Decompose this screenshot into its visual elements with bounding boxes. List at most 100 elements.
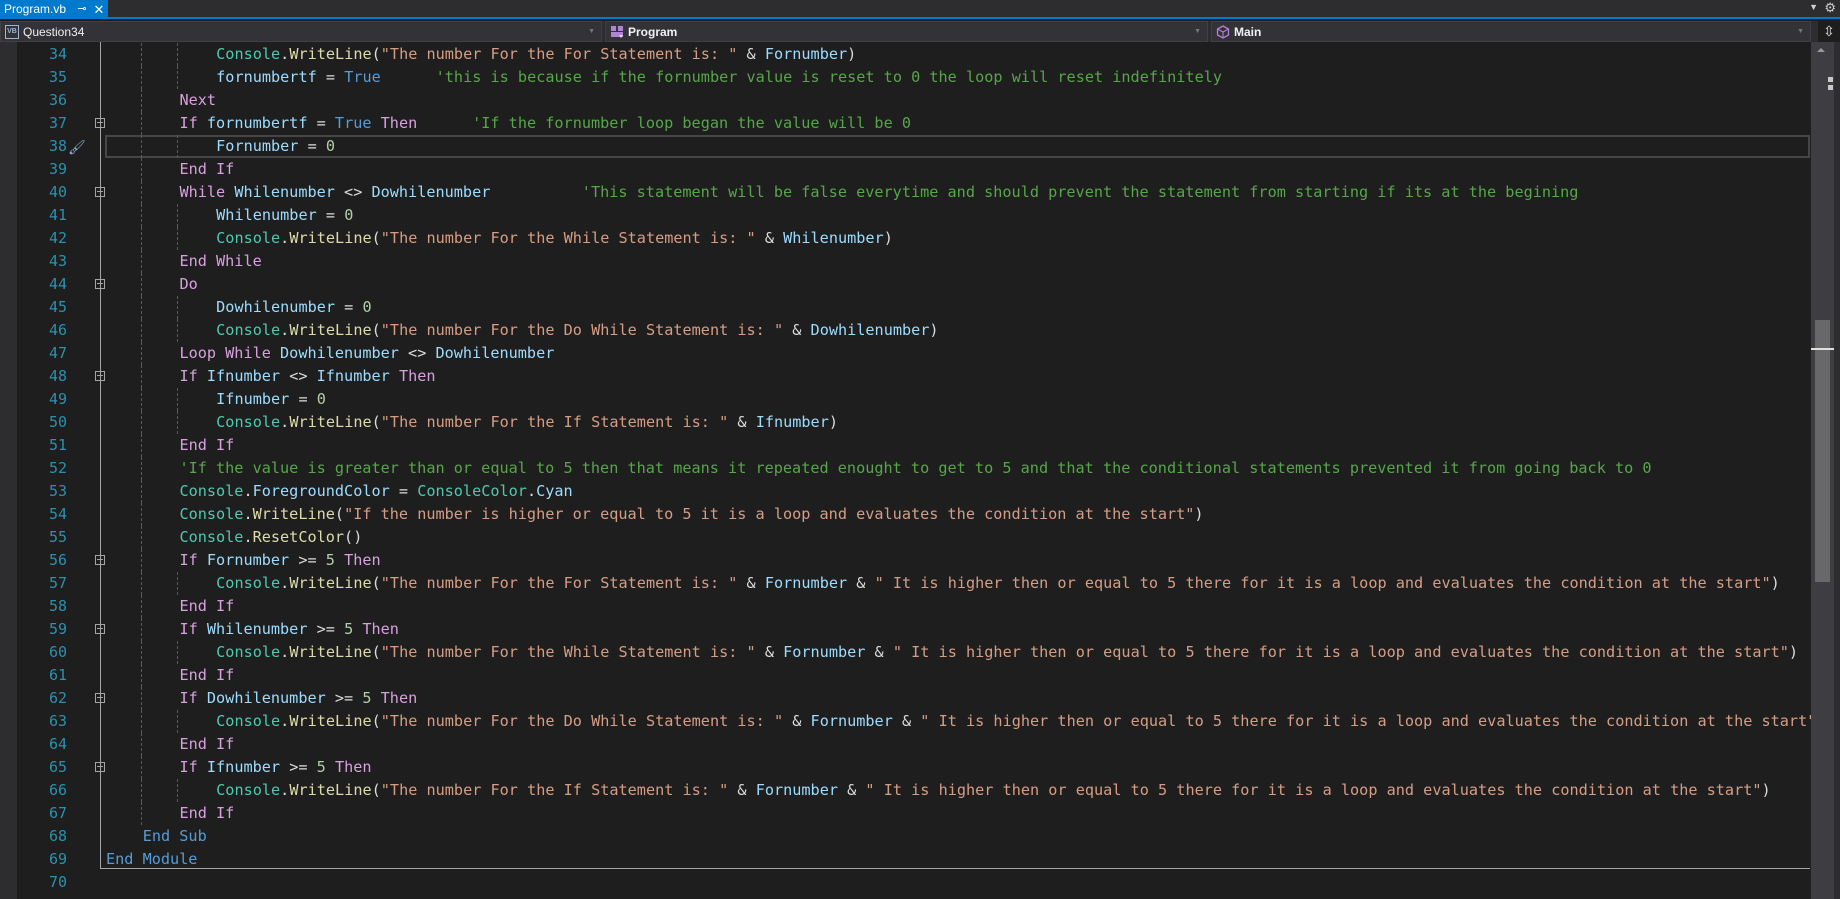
line-number: 53 — [48, 482, 67, 500]
code-line[interactable]: 34 Console.WriteLine("The number For the … — [0, 43, 1813, 66]
split-window-button[interactable]: ⇳ — [1818, 21, 1840, 42]
code-token: . — [243, 482, 253, 500]
code-line[interactable]: 63 Console.WriteLine("The number For the … — [0, 710, 1813, 733]
code-token: Do — [179, 275, 198, 293]
code-token: Console — [216, 413, 281, 431]
code-line[interactable]: 43 End While — [0, 250, 1813, 273]
code-token: End If — [179, 735, 235, 753]
code-line[interactable]: 66 Console.WriteLine("The number For the … — [0, 779, 1813, 802]
line-number: 37 — [48, 114, 67, 132]
code-token: "The number For the Do While Statement i… — [380, 712, 784, 730]
code-line[interactable]: 53 Console.ForegroundColor = ConsoleColor… — [0, 480, 1813, 503]
code-line[interactable]: 65 If Ifnumber >= 5 Then — [0, 756, 1813, 779]
code-token: Ifnumber — [755, 413, 829, 431]
code-line[interactable]: 59 If Whilenumber >= 5 Then — [0, 618, 1813, 641]
scrollbar-thumb[interactable] — [1815, 320, 1830, 582]
line-number: 39 — [48, 160, 67, 178]
code-line[interactable]: 57 Console.WriteLine("The number For the … — [0, 572, 1813, 595]
code-text: If Ifnumber <> Ifnumber Then — [179, 365, 435, 388]
code-line[interactable]: 45 Dowhilenumber = 0 — [0, 296, 1813, 319]
code-text: Console.ResetColor() — [179, 526, 362, 549]
indent-guide — [140, 434, 142, 457]
indent-guide — [140, 572, 142, 595]
code-token: WriteLine — [289, 712, 372, 730]
document-tab-strip: Program.vb ⊸ ✕ ▼ ⚙ — [0, 0, 1840, 19]
quick-actions-brush-icon[interactable]: 🖌 — [68, 137, 86, 160]
code-token: 'This statement will be false everytime … — [581, 183, 1579, 201]
code-token: ) — [828, 413, 838, 431]
scroll-up-arrow-icon[interactable] — [1817, 48, 1825, 52]
code-line[interactable]: 52 'If the value is greater than or equal… — [0, 457, 1813, 480]
code-token: Whilenumber — [206, 620, 308, 638]
project-dropdown[interactable]: VB Question34 ▼ — [0, 21, 602, 42]
code-line[interactable]: 41 Whilenumber = 0 — [0, 204, 1813, 227]
code-text: Console.WriteLine("The number For the If… — [216, 779, 1771, 802]
code-line[interactable]: 42 Console.WriteLine("The number For the … — [0, 227, 1813, 250]
tab-overflow-dropdown-icon[interactable]: ▼ — [1809, 2, 1818, 12]
type-label: Program — [628, 24, 678, 39]
code-line[interactable]: 37 If fornumbertf = True Then 'If the for… — [0, 112, 1813, 135]
type-dropdown[interactable]: Program ▼ — [605, 21, 1208, 42]
code-token: . — [280, 321, 290, 339]
code-line[interactable]: 50 Console.WriteLine("The number For the … — [0, 411, 1813, 434]
code-line[interactable]: 55 Console.ResetColor() — [0, 526, 1813, 549]
code-token: End If — [179, 436, 235, 454]
code-line[interactable]: 60 Console.WriteLine("The number For the … — [0, 641, 1813, 664]
indent-guide — [140, 595, 142, 618]
code-line[interactable]: 49 Ifnumber = 0 — [0, 388, 1813, 411]
code-line[interactable]: 38 🖌 Fornumber = 0 — [0, 135, 1813, 158]
code-line[interactable]: 56 If Fornumber >= 5 Then — [0, 549, 1813, 572]
code-text: If Ifnumber >= 5 Then — [179, 756, 371, 779]
code-line[interactable]: 61 End If — [0, 664, 1813, 687]
code-line[interactable]: 70 — [0, 871, 1813, 894]
code-token: Console — [216, 643, 281, 661]
code-line[interactable]: 36 Next — [0, 89, 1813, 112]
code-line[interactable]: 68 End Sub — [0, 825, 1813, 848]
current-line-highlight — [105, 135, 1810, 158]
code-line[interactable]: 67 End If — [0, 802, 1813, 825]
member-dropdown[interactable]: Main ▼ — [1211, 21, 1811, 42]
code-line[interactable]: 51 End If — [0, 434, 1813, 457]
code-token: Console — [216, 229, 281, 247]
indent-guide — [177, 641, 179, 664]
code-token: 0 — [325, 137, 336, 155]
code-line[interactable]: 46 Console.WriteLine("The number For the … — [0, 319, 1813, 342]
indent-guide — [177, 135, 179, 158]
line-number: 36 — [48, 91, 67, 109]
code-line[interactable]: 62 If Dowhilenumber >= 5 Then — [0, 687, 1813, 710]
code-text: Console.WriteLine("The number For the Do… — [216, 319, 938, 342]
code-token: fornumbertf — [206, 114, 308, 132]
code-line[interactable]: 35 fornumbertf = True 'this is because if… — [0, 66, 1813, 89]
gear-icon[interactable]: ⚙ — [1824, 0, 1836, 16]
pin-icon[interactable]: ⊸ — [77, 0, 87, 19]
code-token: Dowhilenumber — [280, 344, 399, 362]
code-token: 5 — [362, 689, 372, 707]
code-token: 0 — [316, 390, 326, 408]
code-token: Dowhilenumber — [206, 689, 326, 707]
code-editor[interactable]: 34 Console.WriteLine("The number For the … — [0, 42, 1813, 899]
tab-program-vb[interactable]: Program.vb ⊸ ✕ — [0, 0, 108, 19]
vertical-scrollbar[interactable] — [1811, 42, 1834, 899]
line-number: 49 — [48, 390, 67, 408]
code-line[interactable]: 48 If Ifnumber <> Ifnumber Then — [0, 365, 1813, 388]
code-line[interactable]: 64 End If — [0, 733, 1813, 756]
code-text: Console.WriteLine("The number For the Fo… — [216, 572, 1780, 595]
line-number: 70 — [48, 873, 67, 891]
code-line[interactable]: 40 While Whilenumber <> Dowhilenumber 'Th… — [0, 181, 1813, 204]
code-line[interactable]: 47 Loop While Dowhilenumber <> Dowhilenum… — [0, 342, 1813, 365]
code-line[interactable]: 39 End If — [0, 158, 1813, 181]
indent-guide — [177, 204, 179, 227]
indent-guide — [177, 388, 179, 411]
close-icon[interactable]: ✕ — [93, 0, 105, 19]
code-token: WriteLine — [289, 321, 372, 339]
code-text: 'If the value is greater than or equal t… — [179, 457, 1651, 480]
code-line[interactable]: 58 End If — [0, 595, 1813, 618]
code-token: = — [316, 206, 345, 224]
code-line[interactable]: 44 Do — [0, 273, 1813, 296]
code-line[interactable]: 54 Console.WriteLine("If the number is hi… — [0, 503, 1813, 526]
code-token: " It is higher then or equal to 5 there … — [874, 574, 1771, 592]
outline-bracket — [100, 42, 101, 868]
code-token: . — [280, 712, 290, 730]
